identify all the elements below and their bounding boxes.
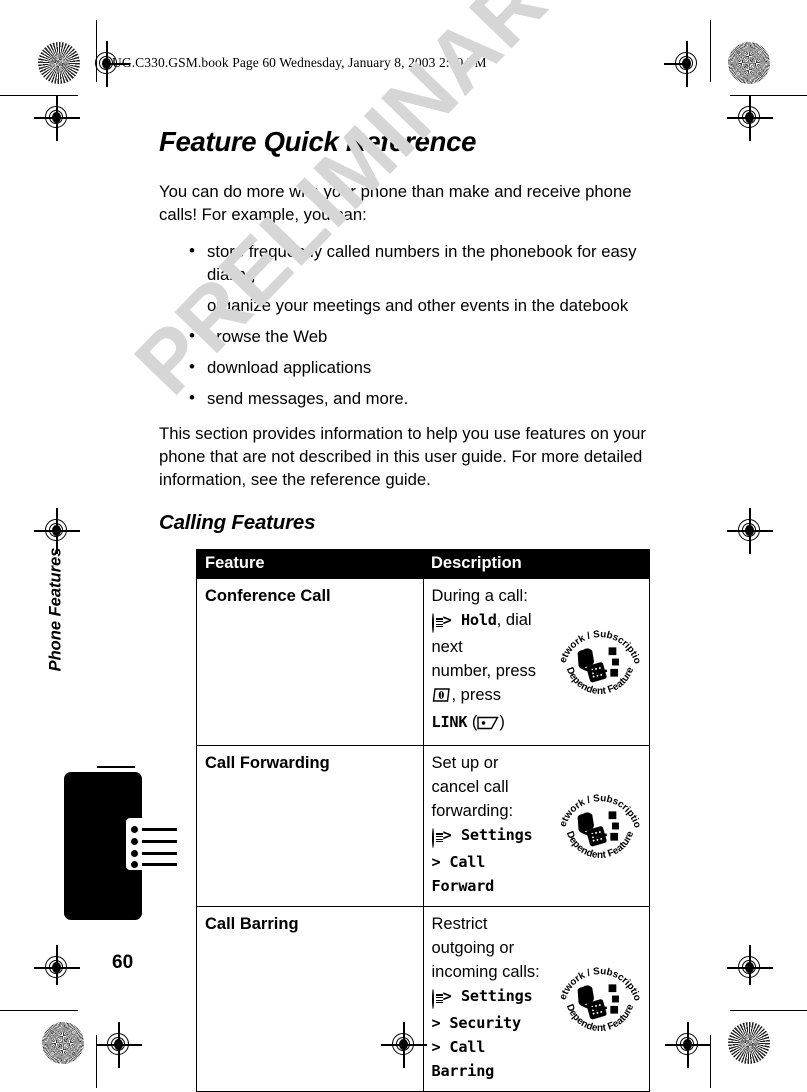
column-header-description: Description xyxy=(423,549,650,579)
list-lines-icon-dot xyxy=(131,826,138,833)
table-row: Conference Call During a call: > Hold, d… xyxy=(196,578,650,746)
desc-paren: ( xyxy=(467,713,478,731)
desc-line: , press xyxy=(451,686,502,704)
network-subscription-dependent-feature-icon: Network / Subscription Dependent Feature xyxy=(557,956,643,1034)
desc-paren: ) xyxy=(499,713,505,731)
registration-mark-middle-right xyxy=(727,508,773,554)
svg-text:Network / Subscription: Network / Subscription xyxy=(557,619,643,665)
table-row: Call Barring Restrict outgoing or incomi… xyxy=(196,906,650,1092)
soft-key-icon xyxy=(477,713,500,737)
page-content: Feature Quick Reference You can do more … xyxy=(159,126,651,1092)
list-item: send messages, and more. xyxy=(189,386,651,410)
menu-key-icon xyxy=(431,611,443,635)
trim-line-upper-right-horizontal xyxy=(730,95,807,97)
registration-mark-lower-left xyxy=(34,945,80,991)
cell-feature-name: Call Barring xyxy=(196,906,424,1092)
list-item: organize your meetings and other events … xyxy=(189,293,651,317)
desc-line: Restrict outgoing or xyxy=(431,915,515,957)
desc-command: Hold xyxy=(460,611,497,629)
desc-line: During a call: xyxy=(431,587,528,605)
registration-mark-upper-right xyxy=(727,95,773,141)
trim-line-top-right-vertical xyxy=(710,20,712,82)
cell-feature-name: Call Forwarding xyxy=(196,745,424,907)
trim-line-top-left-vertical xyxy=(96,20,98,82)
desc-line: incoming calls: xyxy=(431,963,540,981)
menu-key-icon xyxy=(431,826,443,850)
star-target-mark-top-right xyxy=(728,42,770,84)
page-number: 60 xyxy=(112,952,134,973)
trim-line-lower-left-horizontal xyxy=(0,1010,78,1012)
network-subscription-dependent-feature-icon: Network / Subscription Dependent Feature xyxy=(557,619,643,697)
desc-command: Settings xyxy=(460,826,533,844)
list-lines-icon-dot xyxy=(131,861,138,868)
menu-key-icon xyxy=(431,987,443,1011)
trim-line-lower-right-horizontal xyxy=(730,1010,807,1012)
registration-mark-upper-left xyxy=(34,95,80,141)
registration-mark-bottom-right xyxy=(665,1022,711,1068)
desc-command: > Call Barring xyxy=(431,1038,495,1080)
list-lines-icon-dot xyxy=(131,838,138,845)
send-key-icon xyxy=(432,686,452,710)
closing-paragraph: This section provides information to hel… xyxy=(159,424,646,489)
sidebar-rule xyxy=(97,766,135,768)
list-item: browse the Web xyxy=(189,324,651,348)
desc-command: LINK xyxy=(431,713,468,731)
desc-command: > Call Forward xyxy=(431,853,495,895)
cell-description: Restrict outgoing or incoming calls: > S… xyxy=(422,906,650,1092)
page-title: Feature Quick Reference xyxy=(159,126,477,157)
svg-text:Network / Subscription: Network / Subscription xyxy=(557,783,643,829)
list-lines-icon-dot xyxy=(131,850,138,857)
cell-description: During a call: > Hold, dial next number,… xyxy=(422,578,650,746)
star-target-mark-bottom-right xyxy=(728,1022,770,1064)
trim-line-upper-left-horizontal xyxy=(0,95,78,97)
trim-line-bottom-left-vertical xyxy=(96,1035,98,1088)
registration-mark-bottom-left xyxy=(96,1022,142,1068)
star-target-mark-bottom-left xyxy=(42,1022,84,1064)
registration-mark-lower-right xyxy=(727,945,773,991)
table-header-row: Feature Description xyxy=(196,549,650,579)
cell-description: Set up or cancel call forwarding: > Sett… xyxy=(422,745,650,907)
intro-paragraph: You can do more with your phone than mak… xyxy=(159,182,632,224)
desc-line: Set up or cancel call xyxy=(431,754,509,796)
sidebar-section-label: Phone Features xyxy=(46,547,65,672)
star-target-mark-top-left xyxy=(38,42,80,84)
registration-mark-top-right xyxy=(664,41,710,87)
feature-bullet-list: store frequently called numbers in the p… xyxy=(159,239,651,410)
calling-features-table: Feature Description Conference Call Duri… xyxy=(196,549,650,1092)
section-subtitle: Calling Features xyxy=(159,511,316,534)
desc-line: forwarding: xyxy=(431,802,514,820)
book-header-text: UG.C330.GSM.book Page 60 Wednesday, Janu… xyxy=(112,55,487,70)
cell-feature-name: Conference Call xyxy=(196,578,424,746)
table-row: Call Forwarding Set up or cancel call fo… xyxy=(196,745,650,907)
trim-line-bottom-right-vertical xyxy=(710,1035,712,1088)
svg-text:Network / Subscription: Network / Subscription xyxy=(557,956,643,1002)
column-header-feature: Feature xyxy=(196,549,423,579)
list-item: store frequently called numbers in the p… xyxy=(189,239,651,286)
network-subscription-dependent-feature-icon: Network / Subscription Dependent Feature xyxy=(557,783,643,861)
desc-line: number, press xyxy=(431,662,537,680)
list-item: download applications xyxy=(189,355,651,379)
